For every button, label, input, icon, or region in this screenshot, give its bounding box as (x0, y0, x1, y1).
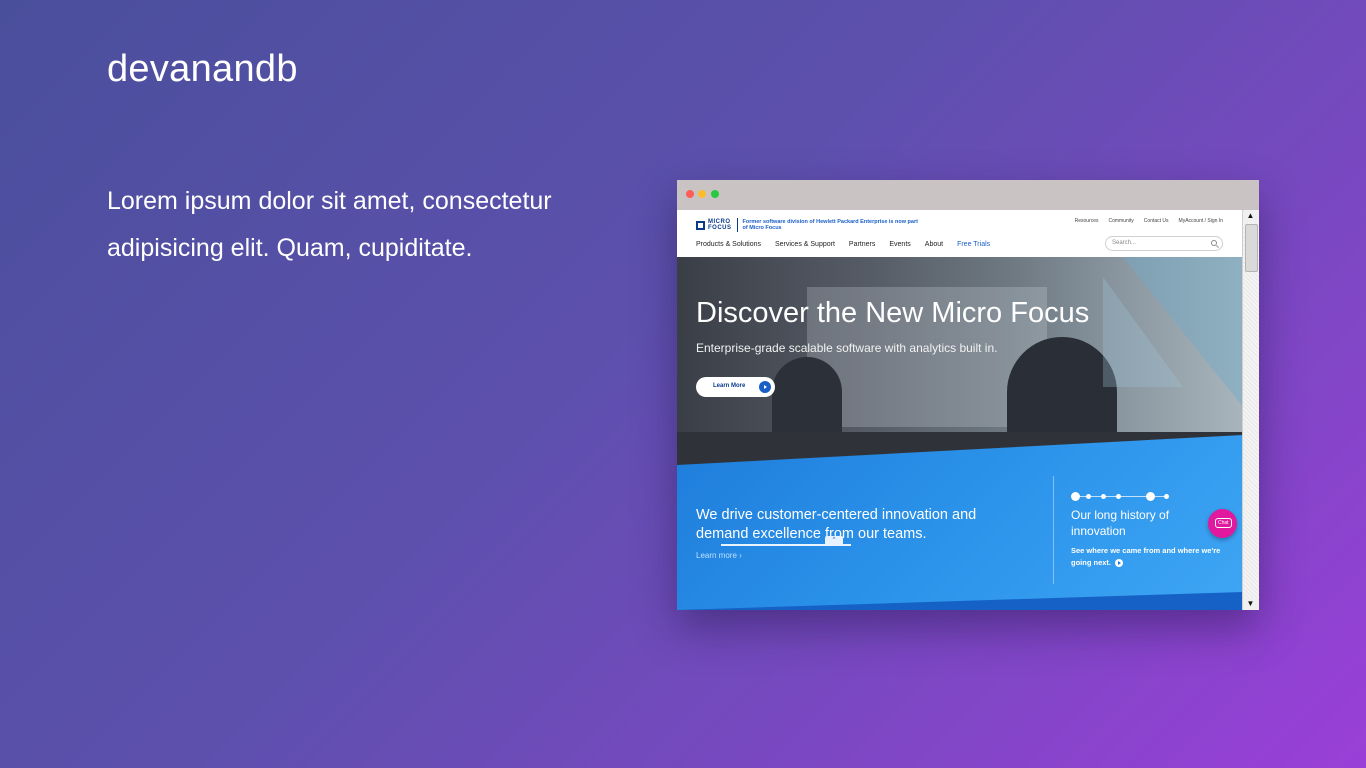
chat-label: Chat (1215, 518, 1232, 528)
utility-link-resources[interactable]: Resources (1075, 218, 1099, 224)
nav-events[interactable]: Events (889, 241, 910, 248)
utility-link-community[interactable]: Community (1109, 218, 1134, 224)
timeline-dot[interactable] (1101, 494, 1106, 499)
logo-note: Former software division of Hewlett Pack… (742, 218, 918, 232)
close-window-button[interactable] (686, 190, 694, 198)
timeline-dot[interactable] (1071, 492, 1080, 501)
hero-title: Discover the New Micro Focus (696, 297, 1090, 329)
site-header: MICRO FOCUS Former software division of … (677, 210, 1243, 257)
nav-free-trials[interactable]: Free Trials (957, 241, 990, 248)
timeline-dot[interactable] (1086, 494, 1091, 499)
mission-text: We drive customer-centered innovation an… (696, 507, 977, 542)
timeline-dot[interactable] (1164, 494, 1169, 499)
micro-focus-logo[interactable]: MICRO FOCUS Former software division of … (696, 218, 923, 232)
timeline-dot[interactable] (1116, 494, 1121, 499)
utility-nav: Resources Community Contact Us MyAccount… (1075, 218, 1223, 224)
hero-decor-triangle (1103, 277, 1183, 387)
logo-divider (736, 218, 738, 232)
search-input[interactable]: Search... (1105, 236, 1223, 251)
search-placeholder: Search... (1112, 240, 1137, 246)
band-divider (1053, 476, 1054, 584)
learn-more-label: Learn More (713, 383, 746, 389)
intro-text: Lorem ipsum dolor sit amet, consectetur … (107, 187, 552, 262)
main-nav: Products & Solutions Services & Support … (696, 241, 990, 248)
page-brand: devanandb (107, 48, 298, 90)
nav-partners[interactable]: Partners (849, 241, 875, 248)
scrollbar-thumb[interactable] (1245, 224, 1258, 272)
scroll-down-arrow-icon[interactable]: ▼ (1243, 598, 1258, 610)
browser-window: MICRO FOCUS Former software division of … (677, 180, 1259, 610)
text-selection-handle[interactable]: ^ (825, 536, 843, 545)
chat-button[interactable]: Chat (1208, 509, 1237, 538)
play-icon (759, 381, 771, 393)
utility-link-account[interactable]: MyAccount / Sign In (1179, 218, 1223, 224)
nav-about[interactable]: About (925, 241, 943, 248)
timeline-dot[interactable] (1146, 492, 1155, 501)
hero-banner: Discover the New Micro Focus Enterprise-… (677, 257, 1243, 467)
arrow-right-icon (1115, 559, 1124, 568)
vertical-scrollbar[interactable]: ▲ ▼ (1242, 210, 1259, 610)
page-viewport: MICRO FOCUS Former software division of … (677, 210, 1243, 610)
history-title: Our long history of innovation (1071, 508, 1170, 538)
nav-products[interactable]: Products & Solutions (696, 241, 761, 248)
history-link-text: See where we came from and where we're g… (1071, 546, 1221, 567)
nav-services[interactable]: Services & Support (775, 241, 835, 248)
window-titlebar (677, 180, 1259, 210)
scroll-up-arrow-icon[interactable]: ▲ (1243, 210, 1258, 222)
minimize-window-button[interactable] (698, 190, 706, 198)
search-icon[interactable] (1211, 240, 1217, 246)
history-link[interactable]: See where we came from and where we're g… (1071, 545, 1231, 569)
utility-link-contact[interactable]: Contact Us (1144, 218, 1169, 224)
mission-learn-more-link[interactable]: Learn more › (696, 551, 742, 560)
learn-more-button[interactable]: Learn More (696, 377, 775, 397)
logo-word-bottom: FOCUS (708, 225, 732, 231)
maximize-window-button[interactable] (711, 190, 719, 198)
logo-mark-icon (696, 220, 705, 230)
hero-subtitle: Enterprise-grade scalable software with … (696, 341, 998, 355)
history-timeline[interactable] (1071, 492, 1171, 502)
